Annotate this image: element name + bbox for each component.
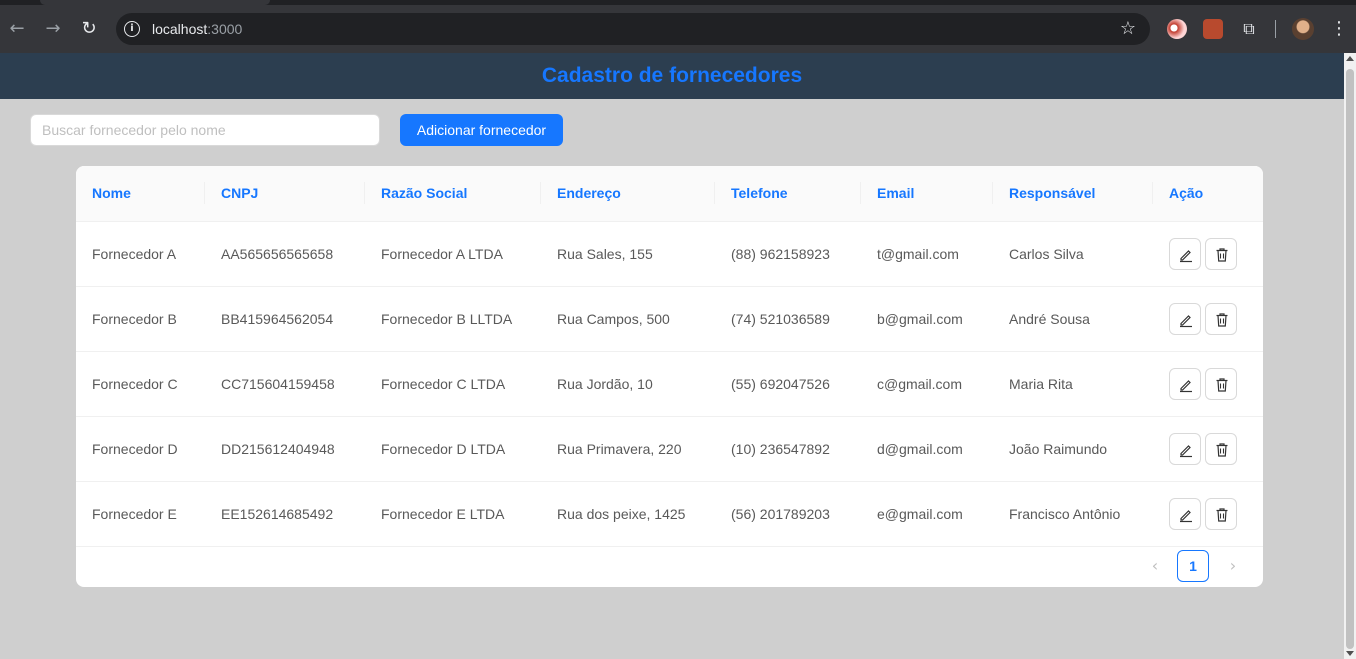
cell-responsavel: Carlos Silva xyxy=(993,221,1153,287)
cell-nome: Fornecedor E xyxy=(76,481,205,547)
forward-icon[interactable]: → xyxy=(41,17,65,41)
cell-nome: Fornecedor A xyxy=(76,221,205,287)
table-row[interactable]: Fornecedor A AA565656565658 Fornecedor A L… xyxy=(76,221,1263,287)
bookmark-star-icon[interactable]: ☆ xyxy=(1120,18,1136,39)
search-input[interactable] xyxy=(30,114,380,146)
cell-endereco: Rua dos peixe, 1425 xyxy=(541,481,715,547)
delete-button[interactable] xyxy=(1205,237,1237,270)
chevron-right-icon[interactable]: › xyxy=(1217,550,1249,582)
suppliers-table: Nome CNPJ Razão Social Endereço Telefone… xyxy=(76,166,1263,547)
site-info-icon[interactable]: i xyxy=(124,21,140,37)
column-header-telefone[interactable]: Telefone xyxy=(715,166,861,222)
cell-acao xyxy=(1153,351,1263,417)
edit-button[interactable] xyxy=(1169,302,1201,335)
column-header-acao: Ação xyxy=(1153,166,1263,222)
url-host: localhost xyxy=(152,21,208,37)
delete-button[interactable] xyxy=(1205,367,1237,400)
tab-strip xyxy=(0,0,1356,5)
page-number-1[interactable]: 1 xyxy=(1177,550,1209,582)
edit-button[interactable] xyxy=(1169,497,1201,530)
cell-razao-social: Fornecedor A LTDA xyxy=(365,221,541,287)
cell-telefone: (74) 521036589 xyxy=(715,286,861,352)
browser-chrome: ← → ↻ i localhost:3000 ☆ ⧉ ⋮ xyxy=(0,0,1356,53)
cell-telefone: (88) 962158923 xyxy=(715,221,861,287)
column-header-razao-social[interactable]: Razão Social xyxy=(365,166,541,222)
toolbar-separator xyxy=(1275,20,1276,38)
cell-cnpj: EE152614685492 xyxy=(205,481,365,547)
cell-endereco: Rua Jordão, 10 xyxy=(541,351,715,417)
extension-icon[interactable] xyxy=(1167,19,1187,39)
active-tab-edge xyxy=(40,0,270,5)
cell-acao xyxy=(1153,221,1263,287)
reload-icon[interactable]: ↻ xyxy=(77,17,101,41)
table-row[interactable]: Fornecedor D DD215612404948 Fornecedor D L… xyxy=(76,416,1263,482)
cell-telefone: (56) 201789203 xyxy=(715,481,861,547)
edit-button[interactable] xyxy=(1169,237,1201,270)
cell-acao xyxy=(1153,286,1263,352)
table-row[interactable]: Fornecedor E EE152614685492 Fornecedor E L… xyxy=(76,481,1263,547)
suppliers-table-card: Nome CNPJ Razão Social Endereço Telefone… xyxy=(76,166,1263,587)
cell-responsavel: João Raimundo xyxy=(993,416,1153,482)
edit-button[interactable] xyxy=(1169,367,1201,400)
cell-email: t@gmail.com xyxy=(861,221,993,287)
delete-button[interactable] xyxy=(1205,432,1237,465)
back-icon[interactable]: ← xyxy=(5,17,29,41)
cell-cnpj: BB415964562054 xyxy=(205,286,365,352)
column-header-nome[interactable]: Nome xyxy=(76,166,205,222)
url-port: :3000 xyxy=(207,21,243,37)
cell-nome: Fornecedor C xyxy=(76,351,205,417)
cell-telefone: (55) 692047526 xyxy=(715,351,861,417)
cell-email: e@gmail.com xyxy=(861,481,993,547)
cell-razao-social: Fornecedor B LLTDA xyxy=(365,286,541,352)
page-scrollbar[interactable] xyxy=(1344,53,1356,659)
address-bar[interactable]: i localhost:3000 ☆ xyxy=(116,13,1150,45)
column-header-email[interactable]: Email xyxy=(861,166,993,222)
cell-razao-social: Fornecedor D LTDA xyxy=(365,416,541,482)
column-header-endereco[interactable]: Endereço xyxy=(541,166,715,222)
cell-razao-social: Fornecedor C LTDA xyxy=(365,351,541,417)
chevron-left-icon[interactable]: ‹ xyxy=(1139,550,1171,582)
cell-responsavel: Francisco Antônio xyxy=(993,481,1153,547)
scroll-up-icon[interactable] xyxy=(1346,56,1354,61)
scrollbar-thumb[interactable] xyxy=(1346,69,1354,649)
column-header-responsavel[interactable]: Responsável xyxy=(993,166,1153,222)
cell-responsavel: Maria Rita xyxy=(993,351,1153,417)
cell-email: d@gmail.com xyxy=(861,416,993,482)
cell-nome: Fornecedor D xyxy=(76,416,205,482)
app-header: Cadastro de fornecedores xyxy=(0,53,1344,99)
scroll-down-icon[interactable] xyxy=(1346,651,1354,656)
cell-cnpj: AA565656565658 xyxy=(205,221,365,287)
extensions-puzzle-icon[interactable]: ⧉ xyxy=(1239,19,1259,39)
cell-responsavel: André Sousa xyxy=(993,286,1153,352)
pagination: ‹ 1 › xyxy=(1139,550,1249,582)
extension-icon[interactable] xyxy=(1203,19,1223,39)
cell-email: c@gmail.com xyxy=(861,351,993,417)
cell-acao xyxy=(1153,416,1263,482)
cell-email: b@gmail.com xyxy=(861,286,993,352)
cell-nome: Fornecedor B xyxy=(76,286,205,352)
cell-endereco: Rua Primavera, 220 xyxy=(541,416,715,482)
cell-telefone: (10) 236547892 xyxy=(715,416,861,482)
url-text[interactable]: localhost:3000 xyxy=(152,21,242,37)
add-supplier-button[interactable]: Adicionar fornecedor xyxy=(400,114,563,146)
column-header-cnpj[interactable]: CNPJ xyxy=(205,166,365,222)
cell-cnpj: DD215612404948 xyxy=(205,416,365,482)
table-row[interactable]: Fornecedor B BB415964562054 Fornecedor B L… xyxy=(76,286,1263,352)
cell-endereco: Rua Campos, 500 xyxy=(541,286,715,352)
profile-avatar[interactable] xyxy=(1292,18,1314,40)
delete-button[interactable] xyxy=(1205,302,1237,335)
cell-cnpj: CC715604159458 xyxy=(205,351,365,417)
browser-menu-icon[interactable]: ⋮ xyxy=(1330,17,1348,41)
table-header-row: Nome CNPJ Razão Social Endereço Telefone… xyxy=(76,166,1263,222)
table-row[interactable]: Fornecedor C CC715604159458 Fornecedor C L… xyxy=(76,351,1263,417)
delete-button[interactable] xyxy=(1205,497,1237,530)
page-title: Cadastro de fornecedores xyxy=(541,64,803,87)
edit-button[interactable] xyxy=(1169,432,1201,465)
cell-razao-social: Fornecedor E LTDA xyxy=(365,481,541,547)
cell-endereco: Rua Sales, 155 xyxy=(541,221,715,287)
cell-acao xyxy=(1153,481,1263,547)
